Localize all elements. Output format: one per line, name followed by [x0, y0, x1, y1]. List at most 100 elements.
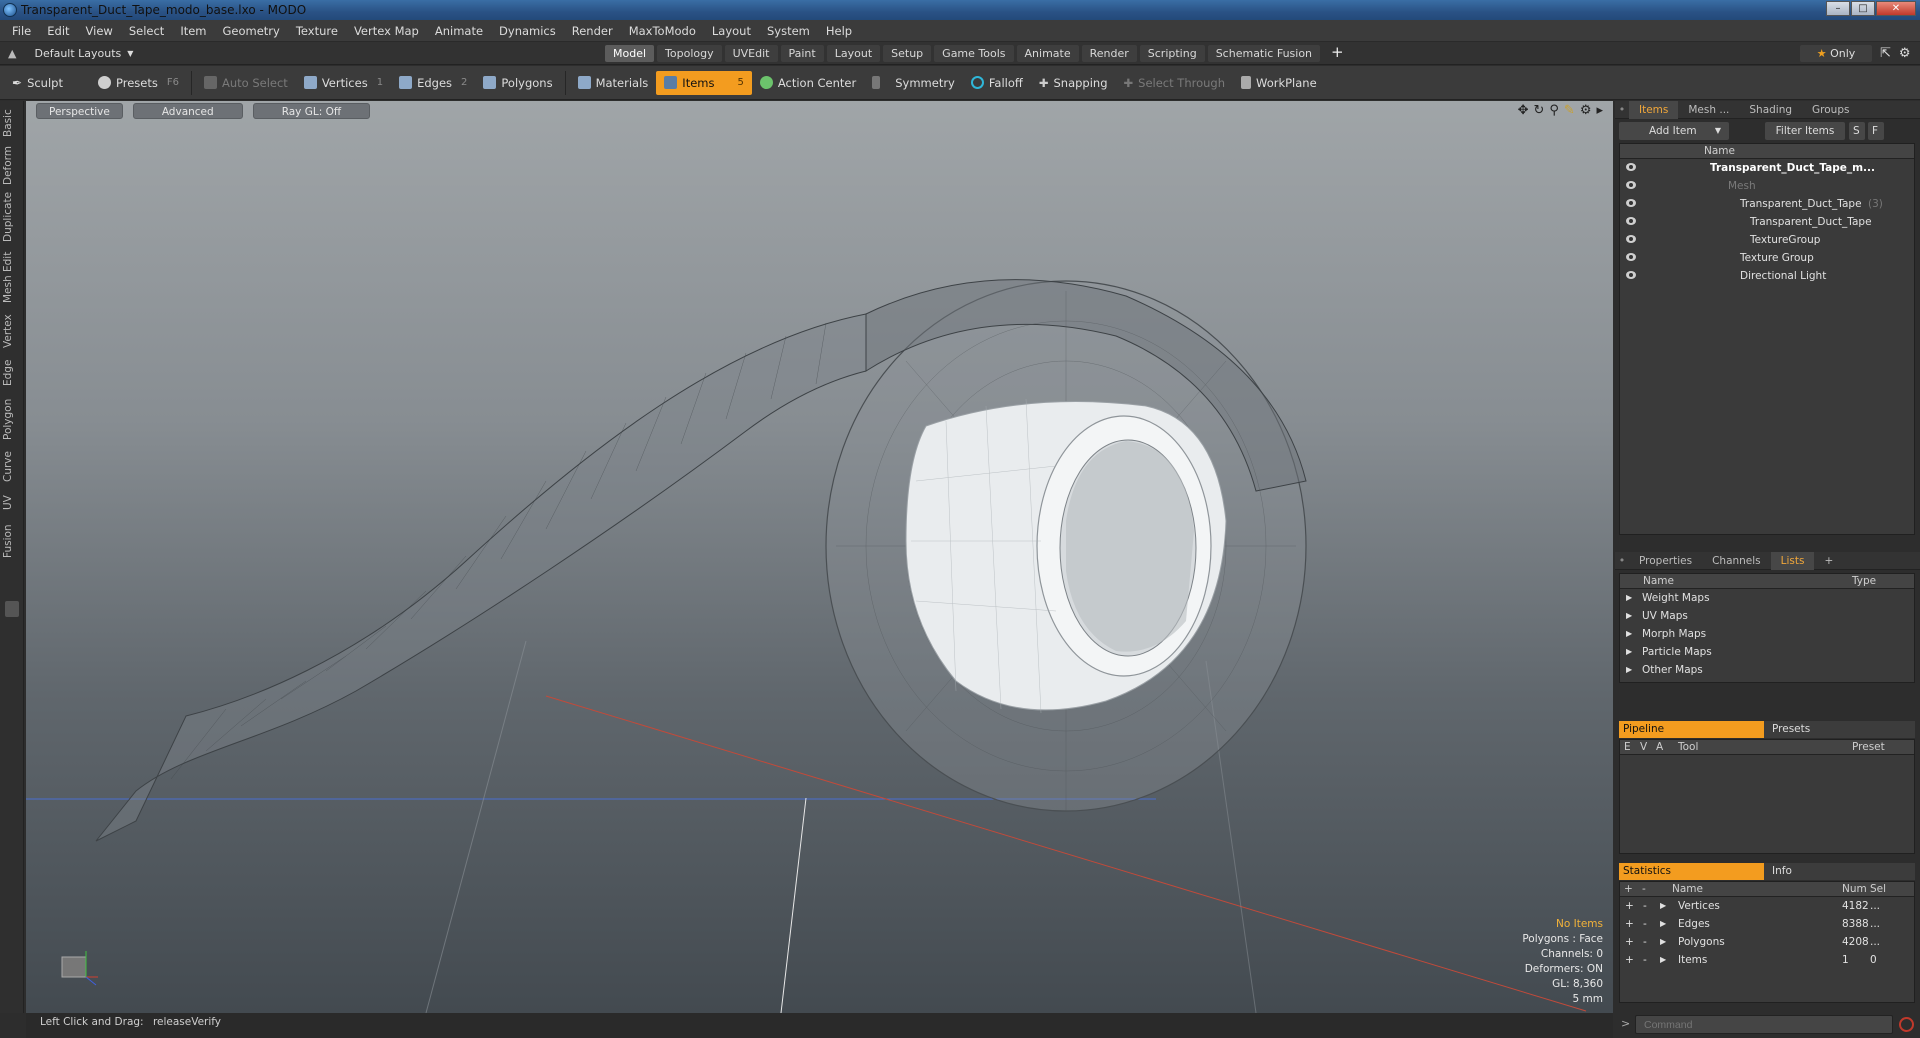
tab-basic[interactable]: Basic: [2, 107, 22, 139]
collapse-arrow-icon[interactable]: ▲: [8, 47, 16, 60]
menu-select[interactable]: Select: [121, 20, 172, 42]
menu-maxtomodo[interactable]: MaxToModo: [621, 20, 704, 42]
tab-uvedit[interactable]: UVEdit: [724, 45, 778, 62]
rotate-icon[interactable]: ↻: [1533, 103, 1544, 118]
select-through-button[interactable]: ✚ Select Through: [1116, 71, 1233, 95]
list-item[interactable]: ▶ Particle Maps: [1620, 643, 1914, 661]
expand-arrow-icon[interactable]: ▶: [1626, 643, 1632, 661]
3d-viewport[interactable]: Perspective Advanced Ray GL: Off ✥ ↻ ⚲ ✎…: [26, 101, 1613, 1013]
list-item[interactable]: ▶ UV Maps: [1620, 607, 1914, 625]
remove-icon[interactable]: -: [1643, 933, 1647, 951]
menu-animate[interactable]: Animate: [427, 20, 491, 42]
tab-paint[interactable]: Paint: [780, 45, 824, 62]
menu-view[interactable]: View: [78, 20, 121, 42]
snapping-button[interactable]: ✚ Snapping: [1031, 71, 1116, 95]
menu-arrow-icon[interactable]: ▸: [1596, 103, 1603, 118]
visibility-eye-icon[interactable]: [1626, 163, 1636, 171]
symmetry-button[interactable]: Symmetry: [864, 71, 963, 95]
expand-arrow-icon[interactable]: ▶: [1660, 897, 1666, 915]
visibility-eye-icon[interactable]: [1626, 271, 1636, 279]
menu-dynamics[interactable]: Dynamics: [491, 20, 564, 42]
add-icon[interactable]: +: [1625, 951, 1634, 969]
expand-arrow-icon[interactable]: ▶: [1626, 589, 1632, 607]
tab-animate[interactable]: Animate: [1016, 45, 1079, 62]
tab-setup[interactable]: Setup: [883, 45, 932, 62]
menu-file[interactable]: File: [4, 20, 39, 42]
sculpt-button[interactable]: ✒ Sculpt: [4, 71, 90, 95]
tab-scripting[interactable]: Scripting: [1139, 45, 1205, 62]
tab-deform[interactable]: Deform: [2, 145, 22, 185]
tree-row[interactable]: Transparent_Duct_Tape_m...: [1620, 159, 1914, 177]
stat-row[interactable]: + - ▶ Edges 8388 ...: [1620, 915, 1914, 933]
tree-row[interactable]: Directional Light: [1620, 267, 1914, 285]
add-icon[interactable]: +: [1625, 915, 1634, 933]
fit-icon[interactable]: ✎: [1564, 103, 1575, 118]
add-tab-button[interactable]: +: [1323, 45, 1352, 62]
action-center-button[interactable]: Action Center: [752, 71, 864, 95]
shading-button[interactable]: Advanced: [132, 103, 243, 119]
expand-arrow-icon[interactable]: ▶: [1626, 607, 1632, 625]
tree-row[interactable]: Texture Group: [1620, 249, 1914, 267]
tab-items[interactable]: Items: [1629, 100, 1679, 119]
s-button[interactable]: S: [1849, 122, 1865, 140]
expand-arrow-icon[interactable]: ▶: [1660, 951, 1666, 969]
menu-render[interactable]: Render: [564, 20, 621, 42]
stat-row[interactable]: + - ▶ Vertices 4182 ...: [1620, 897, 1914, 915]
tree-row[interactable]: Transparent_Duct_Tape (3): [1620, 195, 1914, 213]
tab-fusion[interactable]: Fusion: [2, 521, 22, 561]
perspective-button[interactable]: Perspective: [36, 103, 123, 119]
add-item-button[interactable]: Add Item ▼: [1619, 122, 1729, 140]
stat-row[interactable]: + - ▶ Items 1 0: [1620, 951, 1914, 969]
visibility-eye-icon[interactable]: [1626, 217, 1636, 225]
materials-button[interactable]: Materials: [570, 71, 657, 95]
tab-duplicate[interactable]: Duplicate: [2, 191, 22, 243]
expand-arrow-icon[interactable]: ▶: [1626, 661, 1632, 679]
tab-channels[interactable]: Channels: [1702, 552, 1771, 570]
falloff-button[interactable]: Falloff: [963, 71, 1031, 95]
raygl-button[interactable]: Ray GL: Off: [252, 103, 371, 119]
tab-schematic-fusion[interactable]: Schematic Fusion: [1207, 45, 1321, 62]
tab-topology[interactable]: Topology: [657, 45, 722, 62]
list-item[interactable]: ▶ Morph Maps: [1620, 625, 1914, 643]
polygons-button[interactable]: Polygons: [475, 71, 560, 95]
remove-icon[interactable]: -: [1643, 897, 1647, 915]
tab-layout[interactable]: Layout: [826, 45, 881, 62]
tab-lists[interactable]: Lists: [1770, 551, 1815, 570]
tab-properties[interactable]: Properties: [1629, 552, 1702, 570]
pan-icon[interactable]: ✥: [1518, 103, 1529, 118]
menu-geometry[interactable]: Geometry: [215, 20, 288, 42]
list-item[interactable]: ▶ Other Maps: [1620, 661, 1914, 679]
command-input[interactable]: [1635, 1015, 1893, 1034]
menu-edit[interactable]: Edit: [39, 20, 77, 42]
items-button[interactable]: Items 5: [656, 70, 752, 95]
expand-arrow-icon[interactable]: ▶: [1660, 915, 1666, 933]
tab-mesh[interactable]: Mesh ...: [1678, 101, 1739, 119]
close-button[interactable]: ✕: [1876, 1, 1916, 16]
tab-uv[interactable]: UV: [2, 491, 22, 515]
tab-info[interactable]: Info: [1764, 863, 1915, 880]
menu-texture[interactable]: Texture: [288, 20, 346, 42]
menu-item[interactable]: Item: [172, 20, 214, 42]
menu-vertex-map[interactable]: Vertex Map: [346, 20, 427, 42]
tab-game-tools[interactable]: Game Tools: [934, 45, 1014, 62]
settings-icon[interactable]: ⚙: [1580, 103, 1592, 118]
menu-system[interactable]: System: [759, 20, 818, 42]
add-panel-tab-button[interactable]: +: [1814, 552, 1843, 570]
f-button[interactable]: F: [1868, 122, 1884, 140]
filter-items-button[interactable]: Filter Items: [1765, 122, 1845, 140]
stat-row[interactable]: + - ▶ Polygons 4208 ...: [1620, 933, 1914, 951]
remove-icon[interactable]: -: [1643, 915, 1647, 933]
tree-row[interactable]: TextureGroup: [1620, 231, 1914, 249]
presets-button[interactable]: Presets F6: [90, 71, 187, 95]
visibility-eye-icon[interactable]: [1626, 235, 1636, 243]
tab-statistics[interactable]: Statistics: [1619, 863, 1764, 880]
zoom-icon[interactable]: ⚲: [1549, 103, 1559, 118]
tab-groups[interactable]: Groups: [1802, 101, 1859, 119]
list-item[interactable]: ▶ Weight Maps: [1620, 589, 1914, 607]
auto-select-button[interactable]: Auto Select: [196, 71, 296, 95]
tab-model[interactable]: Model: [605, 45, 655, 62]
palette-toggle-button[interactable]: [5, 601, 19, 617]
visibility-eye-icon[interactable]: [1626, 199, 1636, 207]
tab-render[interactable]: Render: [1081, 45, 1137, 62]
remove-icon[interactable]: -: [1643, 951, 1647, 969]
